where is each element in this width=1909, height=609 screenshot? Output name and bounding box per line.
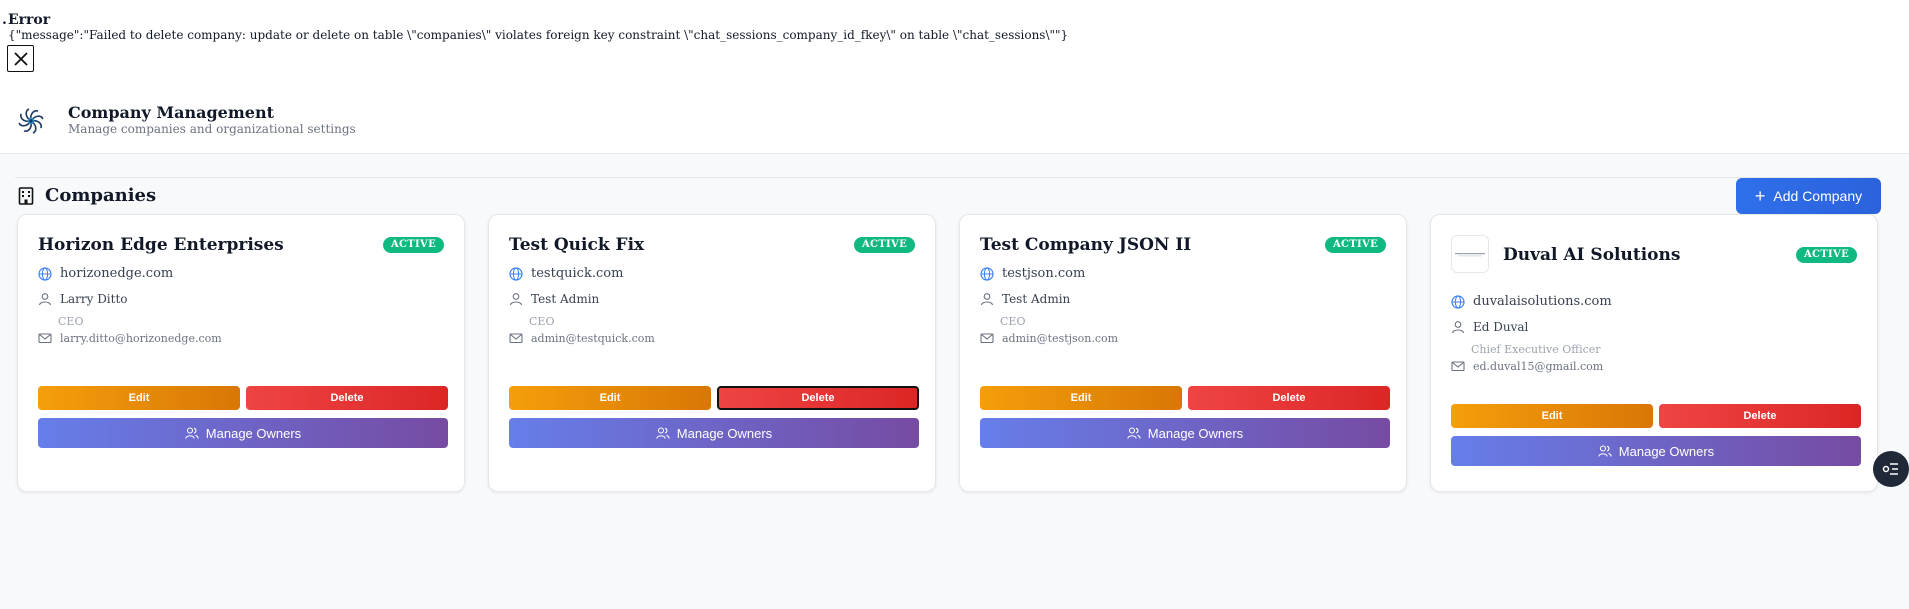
company-logo-image	[1451, 235, 1489, 273]
section-divider	[15, 177, 1880, 178]
company-website: horizonedge.com	[60, 266, 174, 281]
contact-name: Larry Ditto	[60, 292, 128, 306]
delete-button[interactable]: Delete	[1188, 386, 1390, 410]
manage-owners-label: Manage Owners	[676, 425, 773, 441]
mail-icon	[38, 333, 52, 344]
contact-email: admin@testquick.com	[531, 331, 655, 345]
plus-icon: +	[1754, 186, 1766, 206]
manage-owners-button[interactable]: Manage Owners	[38, 418, 448, 448]
list-settings-icon	[1882, 463, 1898, 475]
manage-owners-label: Manage Owners	[1147, 425, 1244, 441]
page-title: Company Management	[68, 103, 274, 122]
manage-owners-button[interactable]: Manage Owners	[980, 418, 1390, 448]
manage-owners-button[interactable]: Manage Owners	[509, 418, 919, 448]
company-card: Test Company JSON II ACTIVE testjson.com…	[959, 214, 1407, 492]
company-website: testjson.com	[1002, 266, 1086, 281]
company-name: Test Quick Fix	[509, 235, 645, 255]
contact-row: Test Admin	[980, 292, 1070, 306]
company-card: Test Quick Fix ACTIVE testquick.com Test…	[488, 214, 936, 492]
user-icon	[509, 293, 523, 306]
status-badge: ACTIVE	[853, 237, 915, 253]
mail-icon	[980, 333, 994, 344]
users-icon	[185, 427, 199, 439]
user-icon	[980, 293, 994, 306]
globe-icon	[38, 266, 52, 281]
error-title: . Error	[2, 12, 51, 28]
contact-row: Test Admin	[509, 292, 599, 306]
company-card: Horizon Edge Enterprises ACTIVE horizone…	[17, 214, 465, 492]
email-row: admin@testquick.com	[509, 331, 655, 345]
website-row: testquick.com	[509, 266, 623, 281]
edit-button[interactable]: Edit	[1451, 404, 1653, 428]
company-card: Duval AI Solutions ACTIVE duvalaisolutio…	[1430, 214, 1878, 492]
company-website: testquick.com	[531, 266, 624, 281]
user-icon	[38, 293, 52, 306]
mail-icon	[1451, 361, 1465, 372]
error-message: {"message":"Failed to delete company: up…	[8, 28, 1069, 42]
mail-icon	[509, 333, 523, 344]
contact-name: Test Admin	[1002, 292, 1071, 306]
email-row: larry.ditto@horizonedge.com	[38, 331, 222, 345]
user-icon	[1451, 321, 1465, 334]
pinwheel-logo-icon	[18, 108, 44, 134]
status-badge: ACTIVE	[1324, 237, 1386, 253]
section-title: Companies	[45, 185, 157, 206]
email-row: admin@testjson.com	[980, 331, 1118, 345]
close-error-button[interactable]	[7, 45, 34, 72]
edit-button[interactable]: Edit	[509, 386, 711, 410]
contact-name: Test Admin	[531, 292, 600, 306]
floating-settings-button[interactable]	[1873, 451, 1909, 487]
edit-button[interactable]: Edit	[980, 386, 1182, 410]
company-name: Test Company JSON II	[980, 235, 1192, 255]
company-logo-mark	[1455, 253, 1485, 257]
add-company-button[interactable]: + Add Company	[1736, 178, 1881, 214]
globe-icon	[980, 266, 994, 281]
contact-row: Larry Ditto	[38, 292, 128, 306]
status-badge: ACTIVE	[1795, 247, 1857, 263]
manage-owners-button[interactable]: Manage Owners	[1451, 436, 1861, 466]
contact-email: larry.ditto@horizonedge.com	[60, 331, 222, 345]
globe-icon	[509, 266, 523, 281]
close-icon	[13, 51, 28, 66]
contact-title: CEO	[529, 315, 555, 328]
users-icon	[1598, 445, 1612, 457]
edit-button[interactable]: Edit	[38, 386, 240, 410]
company-name: Horizon Edge Enterprises	[38, 235, 284, 255]
status-badge: ACTIVE	[382, 237, 444, 253]
website-row: horizonedge.com	[38, 266, 173, 281]
building-icon	[18, 187, 34, 205]
company-website: duvalaisolutions.com	[1473, 294, 1612, 309]
manage-owners-label: Manage Owners	[1618, 443, 1715, 459]
users-icon	[656, 427, 670, 439]
email-row: ed.duval15@gmail.com	[1451, 359, 1603, 373]
add-company-label: Add Company	[1773, 188, 1863, 204]
website-row: duvalaisolutions.com	[1451, 294, 1612, 309]
website-row: testjson.com	[980, 266, 1085, 281]
company-name: Duval AI Solutions	[1503, 245, 1681, 265]
manage-owners-label: Manage Owners	[205, 425, 302, 441]
contact-title: CEO	[1000, 315, 1026, 328]
contact-row: Ed Duval	[1451, 320, 1528, 334]
contact-email: ed.duval15@gmail.com	[1473, 359, 1604, 373]
page-header: Company Management Manage companies and …	[0, 95, 1909, 154]
page-subtitle: Manage companies and organizational sett…	[68, 122, 356, 136]
contact-title: CEO	[58, 315, 84, 328]
contact-name: Ed Duval	[1473, 320, 1529, 334]
globe-icon	[1451, 294, 1465, 309]
delete-button[interactable]: Delete	[717, 386, 919, 410]
contact-email: admin@testjson.com	[1002, 331, 1119, 345]
contact-title: Chief Executive Officer	[1471, 343, 1601, 356]
delete-button[interactable]: Delete	[1659, 404, 1861, 428]
users-icon	[1127, 427, 1141, 439]
delete-button[interactable]: Delete	[246, 386, 448, 410]
